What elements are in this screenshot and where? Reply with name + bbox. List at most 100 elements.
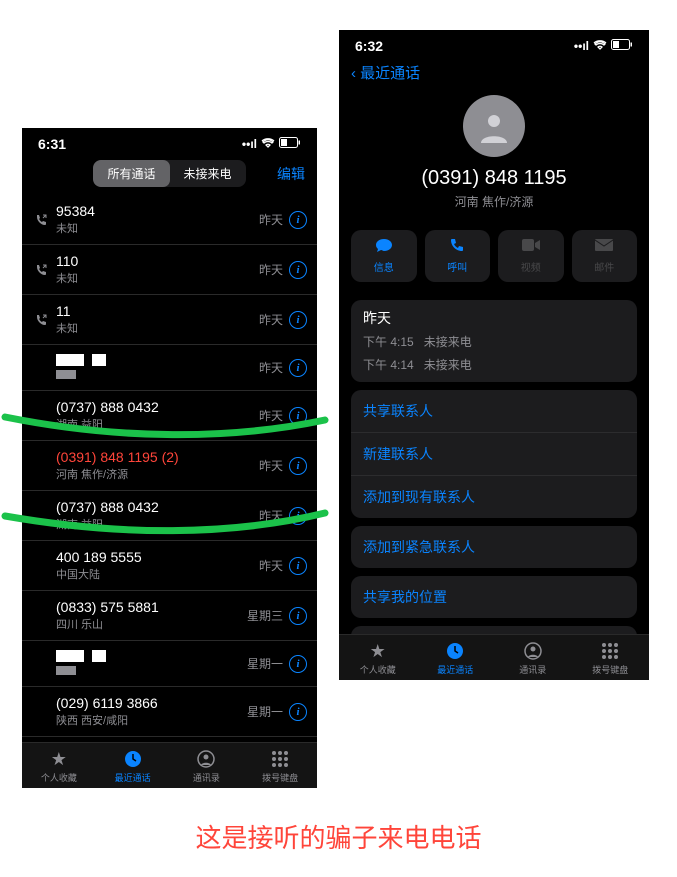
- action-buttons: 信息 呼叫 视频 邮件: [339, 220, 649, 292]
- log-date: 昨天: [351, 300, 637, 330]
- call-location: [56, 666, 247, 678]
- call-time: 昨天: [259, 311, 283, 328]
- edit-button[interactable]: 编辑: [277, 164, 305, 184]
- menu-item[interactable]: 添加到现有联系人: [351, 475, 637, 518]
- tab-contacts[interactable]: 通讯录: [494, 641, 572, 676]
- call-row[interactable]: 11未知昨天 i: [22, 295, 317, 345]
- outgoing-icon: [32, 214, 50, 226]
- menu-item[interactable]: 共享联系人: [351, 390, 637, 432]
- wifi-icon: [261, 137, 275, 151]
- tab-keypad[interactable]: 拨号键盘: [243, 749, 317, 784]
- keypad-icon: [601, 641, 619, 661]
- call-row[interactable]: (0833) 575 5881四川 乐山星期三i: [22, 591, 317, 641]
- call-time: 昨天: [259, 211, 283, 228]
- call-time: 昨天: [259, 261, 283, 278]
- call-name: [56, 649, 247, 665]
- call-name: [56, 353, 259, 369]
- call-location: 河南 焦作/济源: [56, 466, 259, 482]
- wifi-icon: [593, 39, 607, 53]
- info-icon[interactable]: i: [289, 457, 307, 475]
- call-time: 星期三: [247, 607, 283, 624]
- call-location: 中国大陆: [56, 566, 259, 582]
- keypad-icon: [271, 749, 289, 769]
- call-row[interactable]: (0391) 848 1195 (2)河南 焦作/济源昨天 i: [22, 441, 317, 491]
- tab-missed-calls[interactable]: 未接来电: [170, 160, 246, 187]
- clock-icon: [123, 749, 143, 769]
- tab-recents[interactable]: 最近通话: [417, 641, 495, 676]
- status-icons: ••ıl: [242, 137, 301, 151]
- call-row[interactable]: (0737) 888 0432湖南 益阳昨天 i: [22, 391, 317, 441]
- call-location: 湖南 益阳: [56, 416, 259, 432]
- status-bar: 6:31 ••ıl: [22, 128, 317, 156]
- menu-item[interactable]: 添加到紧急联系人: [351, 526, 637, 568]
- emergency-card: 添加到紧急联系人: [351, 526, 637, 568]
- tab-recents[interactable]: 最近通话: [96, 749, 170, 784]
- call-location: 陕西 西安/咸阳: [56, 712, 247, 728]
- log-row: 下午 4:14未接来电: [351, 353, 637, 376]
- outgoing-icon: [32, 264, 50, 276]
- message-button[interactable]: 信息: [351, 230, 417, 282]
- call-name: 110: [56, 253, 259, 269]
- tab-all-calls[interactable]: 所有通话: [93, 160, 169, 187]
- info-icon[interactable]: i: [289, 211, 307, 229]
- contact-actions-card: 共享联系人新建联系人添加到现有联系人: [351, 390, 637, 518]
- filter-segmented-control[interactable]: 所有通话 未接来电: [93, 160, 245, 187]
- phone-icon: [449, 238, 465, 256]
- call-name: 400 189 5555: [56, 549, 259, 565]
- nav-bar: ‹ 最近通话: [339, 58, 649, 89]
- info-icon[interactable]: i: [289, 261, 307, 279]
- tab-favorites[interactable]: ★ 个人收藏: [22, 749, 96, 784]
- call-row[interactable]: (029) 6119 3866陕西 西安/咸阳星期一i: [22, 687, 317, 737]
- call-row[interactable]: 昨天i: [22, 345, 317, 391]
- call-list[interactable]: 95384未知昨天i110未知昨天i11未知昨天i 昨天i(0737) 888 …: [22, 195, 317, 737]
- log-row: 下午 4:15未接来电: [351, 330, 637, 353]
- call-location: 未知: [56, 320, 259, 336]
- tab-contacts[interactable]: 通讯录: [170, 749, 244, 784]
- star-icon: ★: [370, 641, 386, 661]
- clock-icon: [445, 641, 465, 661]
- signal-icon: ••ıl: [574, 39, 589, 53]
- call-name: 11: [56, 303, 259, 319]
- info-icon[interactable]: i: [289, 407, 307, 425]
- call-row[interactable]: 400 189 5555中国大陆昨天i: [22, 541, 317, 591]
- call-name: (0833) 575 5881: [56, 599, 247, 615]
- call-time: 昨天: [259, 407, 283, 424]
- call-name: (029) 6119 3866: [56, 695, 247, 711]
- contact-detail-screen: 6:32 ••ıl ‹ 最近通话 (0391) 848 1195 河南 焦作/济…: [339, 30, 649, 680]
- filter-row: 所有通话 未接来电 编辑: [22, 156, 317, 195]
- call-row[interactable]: 110未知昨天i: [22, 245, 317, 295]
- back-button[interactable]: ‹ 最近通话: [351, 65, 420, 82]
- call-row[interactable]: 95384未知昨天i: [22, 195, 317, 245]
- contact-number: (0391) 848 1195: [339, 167, 649, 190]
- person-icon: [523, 641, 543, 661]
- call-button[interactable]: 呼叫: [425, 230, 491, 282]
- star-icon: ★: [51, 749, 67, 769]
- info-icon[interactable]: i: [289, 507, 307, 525]
- battery-icon: [279, 137, 301, 151]
- call-name: (0737) 888 0432: [56, 399, 259, 415]
- call-time: 昨天: [259, 457, 283, 474]
- info-icon[interactable]: i: [289, 311, 307, 329]
- call-row[interactable]: 星期一i: [22, 641, 317, 687]
- status-icons: ••ıl: [574, 39, 633, 53]
- info-icon[interactable]: i: [289, 655, 307, 673]
- menu-item[interactable]: 新建联系人: [351, 432, 637, 475]
- video-icon: [522, 238, 540, 256]
- mail-button: 邮件: [572, 230, 638, 282]
- tab-keypad[interactable]: 拨号键盘: [572, 641, 650, 676]
- call-location: 湖南 益阳: [56, 516, 259, 532]
- battery-icon: [611, 39, 633, 53]
- info-icon[interactable]: i: [289, 557, 307, 575]
- info-icon[interactable]: i: [289, 607, 307, 625]
- call-name: 95384: [56, 203, 259, 219]
- tab-favorites[interactable]: ★ 个人收藏: [339, 641, 417, 676]
- video-button: 视频: [498, 230, 564, 282]
- signal-icon: ••ıl: [242, 137, 257, 151]
- call-row[interactable]: (0737) 888 0432湖南 益阳昨天i: [22, 491, 317, 541]
- call-name: (0391) 848 1195 (2): [56, 449, 259, 465]
- info-icon[interactable]: i: [289, 703, 307, 721]
- menu-item[interactable]: 共享我的位置: [351, 576, 637, 618]
- info-icon[interactable]: i: [289, 359, 307, 377]
- recents-screen: 6:31 ••ıl 所有通话 未接来电 编辑 95384未知昨天i110未知昨天…: [22, 128, 317, 788]
- call-name: (0737) 888 0432: [56, 499, 259, 515]
